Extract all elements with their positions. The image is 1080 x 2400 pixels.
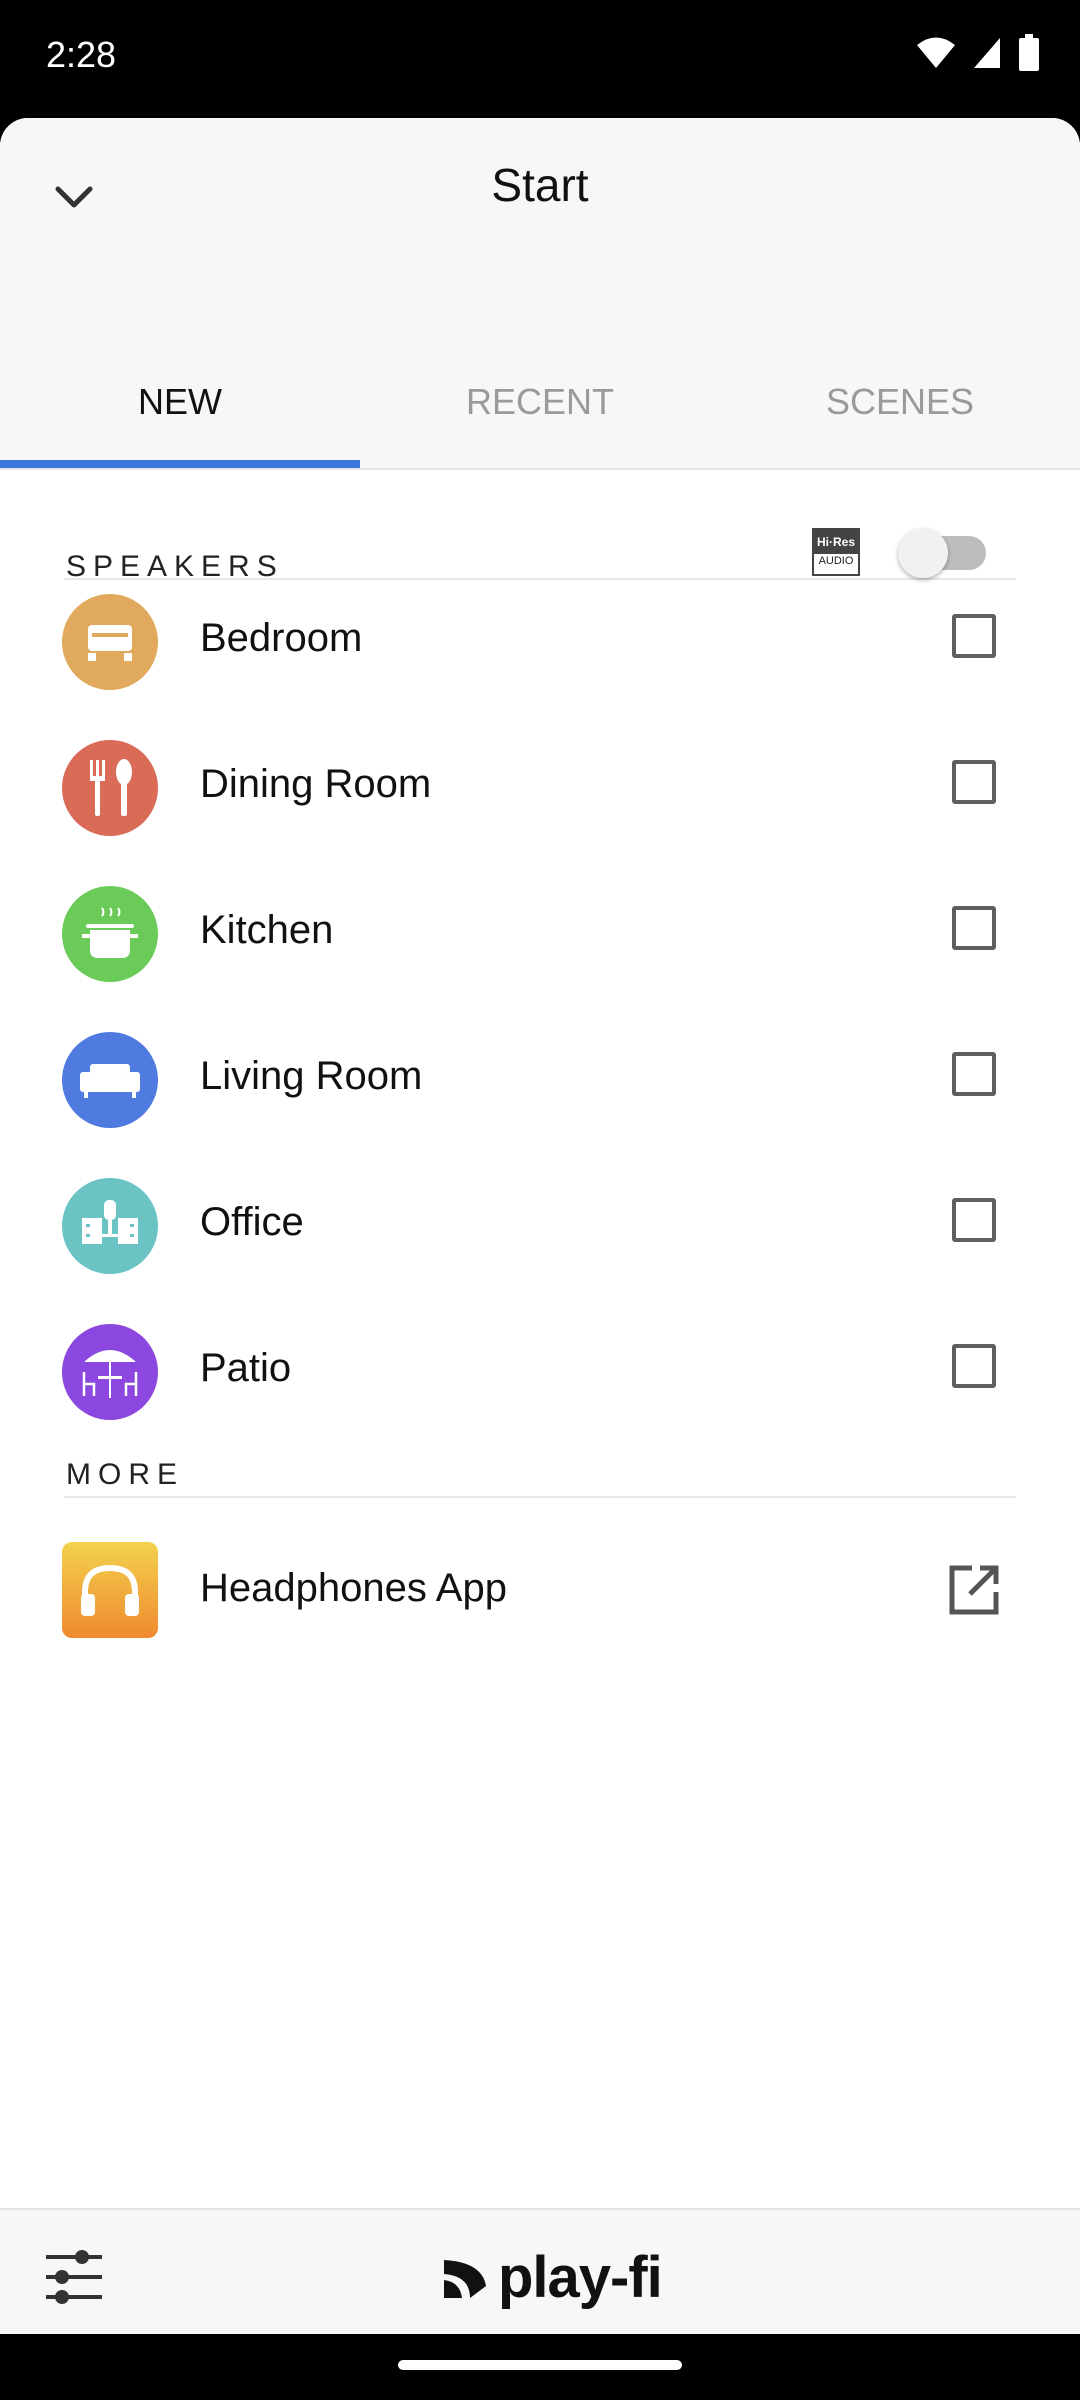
logo-text: play-fi [498, 2245, 663, 2310]
more-section-label: MORE [66, 1458, 184, 1491]
pot-icon [62, 886, 158, 982]
more-section-header: MORE [64, 1428, 1016, 1498]
speaker-row-kitchen[interactable]: Kitchen [0, 860, 1080, 1006]
speaker-checkbox[interactable] [952, 614, 996, 658]
cellular-signal-icon [974, 38, 1000, 68]
umbrella-table-icon [62, 1324, 158, 1420]
status-icons [916, 34, 1040, 72]
headphones-icon [62, 1542, 158, 1638]
active-tab-indicator [0, 460, 360, 468]
speaker-row-office[interactable]: Office [0, 1152, 1080, 1298]
status-bar: 2:28 [0, 0, 1080, 118]
hires-badge-bottom: AUDIO [818, 555, 854, 567]
sofa-icon [62, 1032, 158, 1128]
speakers-section-header: SPEAKERS Hi·Res AUDIO [64, 490, 1016, 583]
speaker-row-patio[interactable]: Patio [0, 1298, 1080, 1444]
more-item-label: Headphones App [200, 1566, 507, 1610]
speaker-checkbox[interactable] [952, 1344, 996, 1388]
start-sheet: Start NEW RECENT SCENES SPEAKERS Hi·Res … [0, 118, 1080, 2334]
speaker-checkbox[interactable] [952, 760, 996, 804]
settings-sliders-icon[interactable] [42, 2245, 106, 2309]
desk-icon [62, 1178, 158, 1274]
bed-icon [62, 594, 158, 690]
open-external-icon[interactable] [944, 1560, 1004, 1620]
speaker-row-bedroom[interactable]: Bedroom [0, 568, 1080, 714]
speaker-label: Office [200, 1200, 304, 1244]
system-nav-bar [0, 2334, 1080, 2400]
speaker-label: Patio [200, 1346, 292, 1390]
speaker-label: Dining Room [200, 762, 432, 806]
tab-new[interactable]: NEW [0, 338, 360, 466]
speaker-checkbox[interactable] [952, 1052, 996, 1096]
hires-badge-top: Hi·Res [814, 530, 858, 554]
more-row-headphones-app[interactable]: Headphones App [0, 1512, 1080, 1668]
status-time: 2:28 [46, 34, 117, 75]
speaker-row-dining-room[interactable]: Dining Room [0, 714, 1080, 860]
speaker-label: Bedroom [200, 616, 363, 660]
battery-icon [1019, 34, 1039, 71]
speaker-label: Kitchen [200, 908, 334, 952]
speaker-row-living-room[interactable]: Living Room [0, 1006, 1080, 1152]
play-fi-logo-mark-icon [444, 2259, 486, 2298]
tab-bar: NEW RECENT SCENES [0, 338, 1080, 470]
bottom-bar: play-fi [0, 2208, 1080, 2334]
play-fi-logo: play-fi [440, 2244, 663, 2311]
utensils-icon [62, 740, 158, 836]
hires-audio-toggle[interactable] [898, 528, 986, 578]
tab-scenes[interactable]: SCENES [720, 338, 1080, 466]
page-title: Start [491, 159, 589, 211]
wifi-icon [917, 37, 955, 68]
home-gesture-handle[interactable] [398, 2360, 682, 2370]
speaker-checkbox[interactable] [952, 906, 996, 950]
tab-recent[interactable]: RECENT [360, 338, 720, 466]
sheet-header: Start [0, 118, 1080, 348]
speaker-label: Living Room [200, 1054, 423, 1098]
speaker-checkbox[interactable] [952, 1198, 996, 1242]
